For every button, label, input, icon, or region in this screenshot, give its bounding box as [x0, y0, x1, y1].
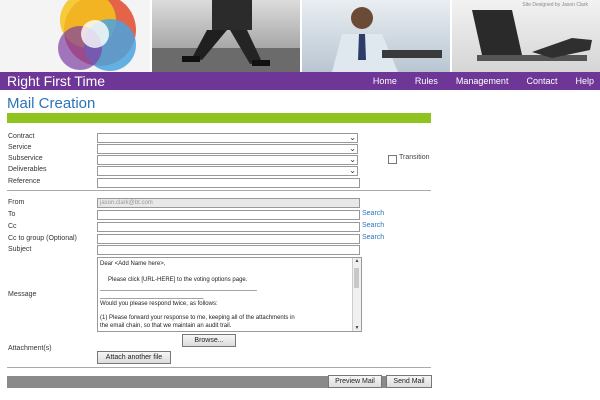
cc-label: Cc [8, 223, 17, 230]
title-accent-bar [7, 113, 431, 123]
to-search-link[interactable]: Search [362, 210, 384, 217]
contract-select[interactable]: ⌄ [97, 133, 358, 143]
message-line: Please click [URL-HERE] to the voting op… [108, 277, 248, 283]
subject-label: Subject [8, 246, 32, 253]
banner-image-walking-person [152, 0, 300, 72]
message-line [100, 268, 350, 276]
deliverables-label: Deliverables [8, 166, 47, 173]
nav-home-link[interactable]: Home [373, 76, 397, 86]
preview-mail-button[interactable]: Preview Mail [328, 375, 382, 388]
attachments-label: Attachment(s) [8, 345, 52, 352]
subject-input[interactable] [97, 245, 360, 255]
nav-contact-link[interactable]: Contact [526, 76, 557, 86]
message-line: Dear <Add Name here>, [100, 261, 166, 267]
to-input[interactable] [97, 210, 360, 220]
contract-label: Contract [8, 133, 35, 140]
attach-file-button[interactable]: Attach another file [97, 351, 171, 364]
message-line: ________________________________________… [100, 285, 257, 291]
message-label: Message [8, 291, 37, 298]
message-text: Dear <Add Name here>, Please click [URL-… [100, 260, 350, 330]
browse-button[interactable]: Browse... [182, 334, 236, 347]
chevron-down-icon: ⌄ [349, 133, 356, 142]
nav-links: Home Rules Management Contact Help [355, 72, 594, 90]
message-line: (1) Please forward your response to me, … [100, 315, 295, 321]
cc-group-search-link[interactable]: Search [362, 234, 384, 241]
message-scrollbar[interactable]: ▲ ▼ [352, 258, 361, 331]
message-line: Would you please respond twice, as follo… [100, 301, 218, 307]
message-textarea[interactable]: Dear <Add Name here>, Please click [URL-… [97, 257, 362, 332]
transition-checkbox[interactable] [388, 155, 397, 164]
page-title: Mail Creation [7, 95, 96, 112]
site-credit: Site Designed by Jason Clark [522, 2, 588, 8]
chevron-down-icon: ⌄ [349, 166, 356, 175]
sphere-graphic [58, 0, 136, 71]
chevron-down-icon: ⌄ [349, 155, 356, 164]
cc-search-link[interactable]: Search [362, 222, 384, 229]
from-label: From [8, 199, 25, 206]
nav-management-link[interactable]: Management [456, 76, 509, 86]
scroll-down-icon[interactable]: ▼ [353, 325, 361, 331]
divider [7, 367, 431, 368]
chevron-down-icon: ⌄ [349, 144, 356, 153]
subservice-select[interactable]: ⌄ [97, 155, 358, 165]
to-label: To [8, 211, 16, 218]
scroll-up-icon[interactable]: ▲ [353, 258, 361, 264]
transition-label: Transition [399, 154, 430, 161]
from-input: jason.clark@bt.com [97, 198, 360, 208]
brand-title: Right First Time [7, 73, 106, 89]
banner-image-colorful-sphere [0, 0, 150, 72]
divider [7, 190, 431, 191]
scroll-thumb[interactable] [354, 268, 359, 288]
cc-input[interactable] [97, 222, 360, 232]
service-select[interactable]: ⌄ [97, 144, 358, 154]
main-navbar: Right First Time Home Rules Management C… [0, 72, 600, 90]
banner-image-businessman [302, 0, 450, 72]
laptop-graphic [472, 10, 592, 61]
businessman-graphic [332, 7, 442, 72]
walking-person-graphic [152, 0, 300, 72]
reference-label: Reference [8, 178, 41, 185]
deliverables-select[interactable]: ⌄ [97, 166, 358, 176]
send-mail-button[interactable]: Send Mail [386, 375, 432, 388]
reference-input[interactable] [97, 178, 360, 188]
message-line: the email chain, so that we maintain an … [100, 323, 232, 329]
service-label: Service [8, 144, 32, 151]
cc-group-input[interactable] [97, 234, 360, 244]
cc-group-label: Cc to group (Optional) [8, 235, 77, 242]
nav-help-link[interactable]: Help [575, 76, 594, 86]
message-line: _______________________________ [100, 293, 204, 299]
header-banner: Site Designed by Jason Clark [0, 0, 600, 72]
banner-image-laptop [452, 0, 600, 72]
subservice-label: Subservice [8, 155, 43, 162]
nav-rules-link[interactable]: Rules [415, 76, 438, 86]
